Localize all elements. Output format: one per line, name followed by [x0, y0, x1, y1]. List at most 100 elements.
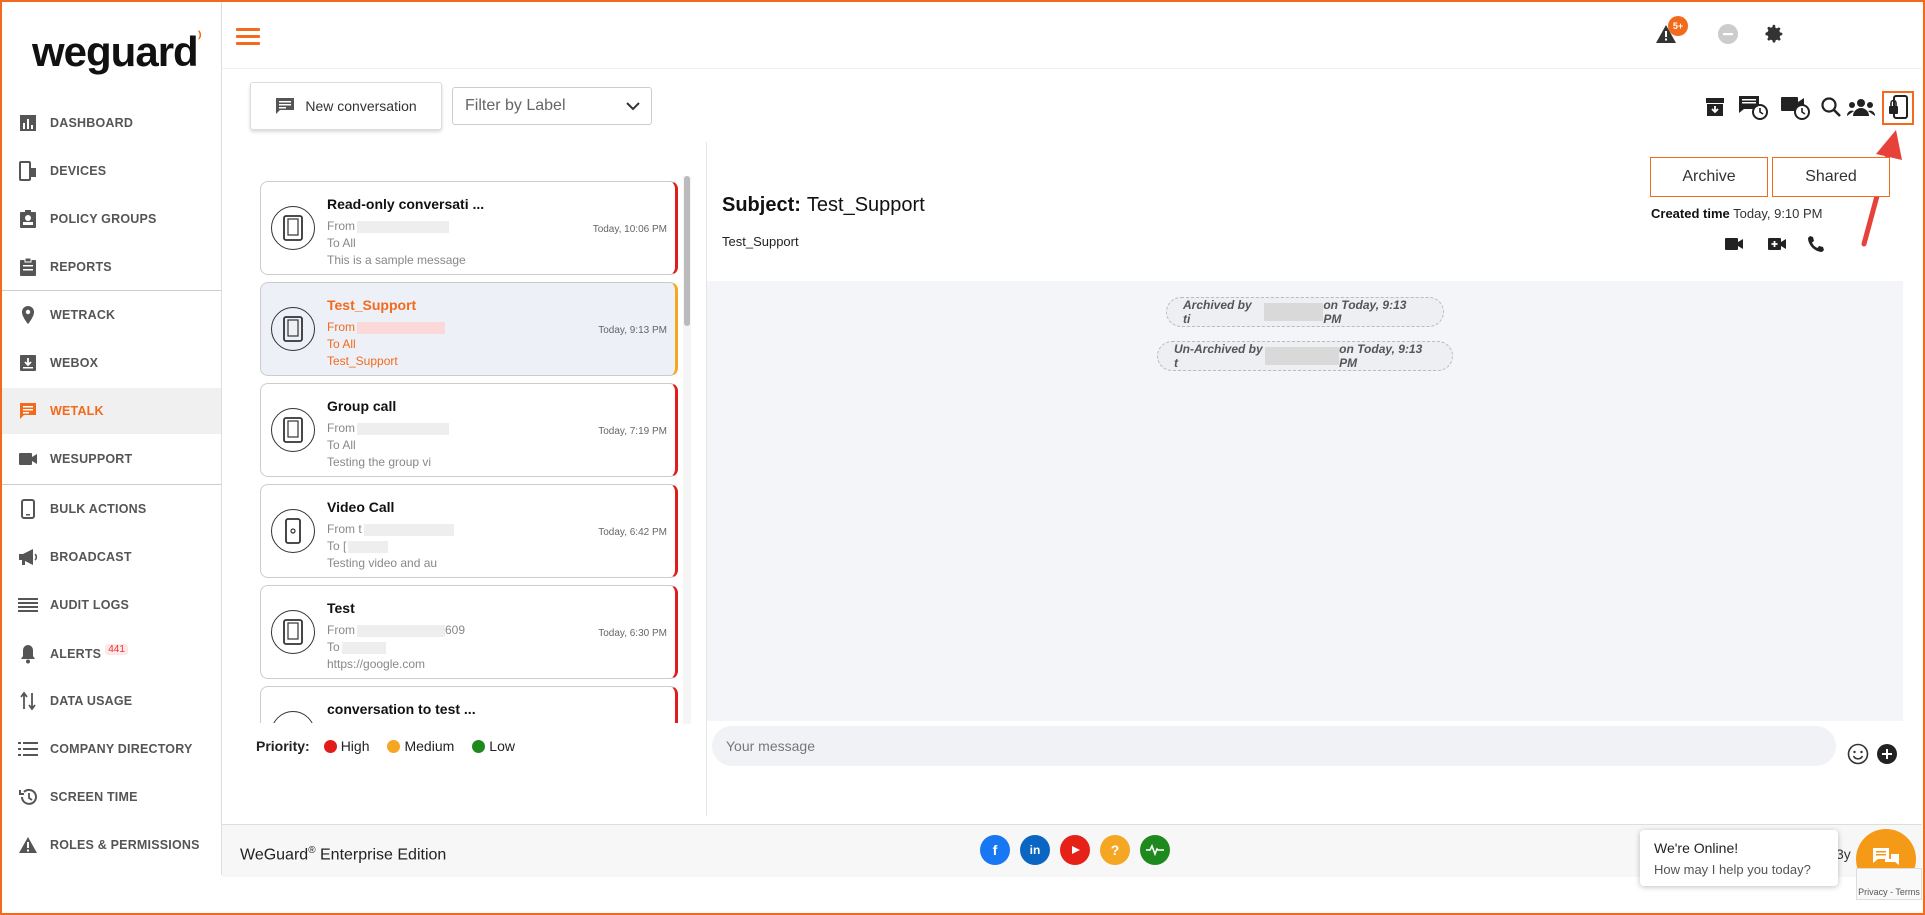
chat-clock-icon [1738, 94, 1768, 125]
highlight-box [1882, 91, 1914, 125]
scheduled-messages-button[interactable] [1738, 94, 1768, 124]
help-icon[interactable]: ? [1100, 835, 1130, 865]
settings-button[interactable] [1760, 22, 1788, 50]
clipboard-icon [16, 255, 40, 279]
chat-widget-subtitle: How may I help you today? [1654, 862, 1811, 877]
new-conversation-button[interactable]: New conversation [250, 82, 442, 130]
hamburger-menu-icon[interactable] [236, 28, 260, 46]
notifications-button[interactable]: 5+ [1652, 16, 1688, 50]
tablet-avatar-icon [271, 307, 315, 351]
sidebar-item-audit-logs[interactable]: AUDIT LOGS [2, 582, 221, 628]
sidebar-item-bulk-actions[interactable]: BULK ACTIONS [2, 486, 221, 532]
conversation-to: To All [327, 236, 356, 250]
footer-right-text: 3y [1836, 846, 1851, 862]
filter-by-label-select[interactable]: Filter by Label [452, 87, 652, 125]
devices-icon [16, 159, 40, 183]
video-camera-icon [1724, 237, 1744, 256]
sidebar-item-label: WESUPPORT [50, 452, 133, 466]
conversation-card[interactable]: Read-only conversati ... From To All Thi… [260, 181, 678, 275]
conversation-from: From [327, 219, 449, 233]
conversation-card[interactable]: Video Call From t To [ Testing video and… [260, 484, 678, 578]
list-lines-icon [16, 593, 40, 617]
location-pin-icon [16, 303, 40, 327]
sidebar-item-label: REPORTS [50, 260, 112, 274]
conversation-from: From [327, 421, 449, 435]
facebook-icon[interactable]: f [980, 835, 1010, 865]
conversation-card[interactable]: Group call From To All Testing the group… [260, 383, 678, 477]
sidebar-item-label: ALERTS [50, 647, 102, 661]
sidebar-item-label: COMPANY DIRECTORY [50, 742, 193, 756]
linkedin-icon[interactable]: in [1020, 835, 1050, 865]
sidebar-item-dashboard[interactable]: DASHBOARD [2, 100, 221, 146]
system-message: Archived by ti on Today, 9:13 PM [1166, 297, 1444, 327]
phone-icon [16, 497, 40, 521]
sidebar-item-label: BULK ACTIONS [50, 502, 147, 516]
shared-button[interactable]: Shared [1772, 157, 1890, 197]
video-call-button[interactable] [1722, 236, 1746, 256]
sidebar-item-label: DASHBOARD [50, 116, 134, 130]
sidebar-item-alerts[interactable]: ALERTS 441 [2, 631, 221, 677]
video-camera-icon [16, 447, 40, 471]
sidebar-item-wetalk[interactable]: WETALK [2, 388, 221, 434]
conversation-to: To [ [327, 539, 389, 553]
chevron-down-icon [626, 102, 640, 111]
sidebar-item-wetrack[interactable]: WETRACK [2, 292, 221, 338]
conversation-list: Read-only conversati ... From To All Thi… [258, 178, 690, 723]
archive-box-button[interactable] [1700, 94, 1730, 124]
priority-label: Priority: [256, 738, 310, 754]
youtube-icon[interactable] [1060, 835, 1090, 865]
conversation-card[interactable]: conversation to test ... [260, 686, 678, 723]
sidebar-item-roles-permissions[interactable]: ROLES & PERMISSIONS [2, 822, 221, 868]
weguard-logo[interactable]: weguard⁾ [32, 28, 202, 76]
system-message: Un-Archived by t on Today, 9:13 PM [1157, 341, 1453, 371]
attach-button[interactable] [1876, 743, 1898, 765]
conversation-preview: Testing the group vi [327, 455, 432, 469]
status-button[interactable] [1714, 22, 1742, 50]
participants-button[interactable] [1846, 94, 1876, 124]
sidebar-item-webox[interactable]: WEBOX [2, 340, 221, 386]
conversation-time: Today, 6:30 PM [598, 628, 667, 639]
recaptcha-badge[interactable]: Privacy - Terms [1856, 868, 1922, 900]
sidebar-item-broadcast[interactable]: BROADCAST [2, 534, 221, 580]
conversation-card[interactable]: Test_Support From To All Test_Support To… [260, 282, 678, 376]
heartbeat-icon[interactable] [1140, 835, 1170, 865]
top-bar: 5+ [222, 2, 1922, 69]
conversation-subject: Subject: Test_Support [722, 194, 925, 216]
scheduled-call-button[interactable] [1780, 94, 1810, 124]
message-thread: Archived by ti on Today, 9:13 PM Un-Archi… [707, 281, 1903, 721]
gear-icon [1763, 23, 1785, 50]
conversation-card[interactable]: Test From 609 To https://google.com Today… [260, 585, 678, 679]
sidebar-item-wesupport[interactable]: WESUPPORT [2, 436, 221, 482]
sidebar-item-company-directory[interactable]: COMPANY DIRECTORY [2, 726, 221, 772]
voice-call-button[interactable] [1804, 235, 1828, 256]
chat-widget-title: We're Online! [1654, 840, 1739, 856]
status-circle-icon [1717, 23, 1739, 50]
sidebar-item-policy-groups[interactable]: POLICY GROUPS [2, 196, 221, 242]
emoji-button[interactable] [1847, 743, 1869, 765]
sidebar: weguard⁾ DASHBOARD DEVICES POLICY GROUPS… [2, 2, 222, 875]
conversation-title: Read-only conversati ... [327, 196, 485, 212]
conversation-from: From [327, 320, 445, 334]
tablet-avatar-icon [271, 206, 315, 250]
conversation-preview: Test_Support [327, 354, 398, 368]
conversation-title: Group call [327, 398, 397, 414]
search-button[interactable] [1816, 94, 1846, 124]
conversation-to: To All [327, 438, 356, 452]
policy-icon [16, 207, 40, 231]
conversation-preview: https://google.com [327, 657, 426, 671]
message-input[interactable] [712, 726, 1836, 766]
sidebar-item-label: WETRACK [50, 308, 116, 322]
megaphone-icon [16, 545, 40, 569]
sidebar-item-data-usage[interactable]: DATA USAGE [2, 678, 221, 724]
conversation-preview: Testing video and au [327, 556, 438, 570]
sidebar-item-label: AUDIT LOGS [50, 598, 130, 612]
sidebar-item-screen-time[interactable]: SCREEN TIME [2, 774, 221, 820]
sidebar-item-devices[interactable]: DEVICES [2, 148, 221, 194]
archive-button[interactable]: Archive [1650, 157, 1768, 197]
priority-low: Low [472, 738, 515, 754]
add-video-button[interactable] [1765, 236, 1789, 256]
tablet-avatar-icon [271, 408, 315, 452]
conversation-title: conversation to test ... [327, 701, 476, 717]
sidebar-item-reports[interactable]: REPORTS [2, 244, 221, 290]
chat-widget-popup[interactable]: We're Online! How may I help you today? [1640, 830, 1838, 886]
